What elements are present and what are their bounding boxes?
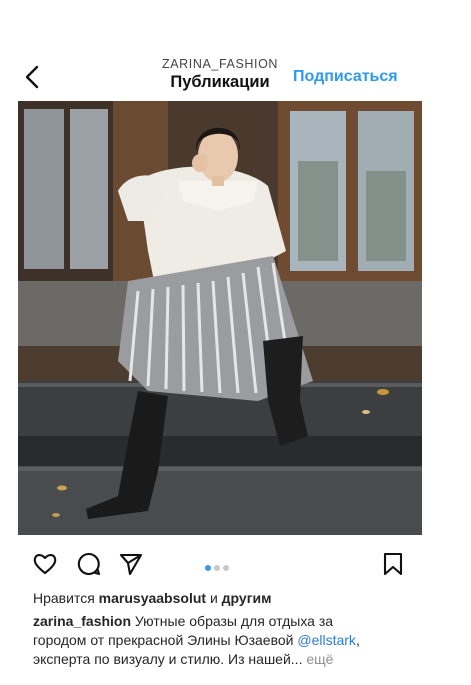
carousel-dot — [223, 565, 229, 571]
carousel-dot — [214, 565, 220, 571]
mention-link[interactable]: @ellstark — [297, 632, 356, 648]
bookmark-icon[interactable] — [380, 551, 406, 577]
more-link[interactable]: ещё — [306, 651, 333, 667]
share-icon[interactable] — [118, 551, 144, 577]
likes-prefix: Нравится — [33, 590, 95, 606]
post-header: ZARINA_FASHION Публикации Подписаться — [0, 0, 471, 100]
caption-line-3: эксперта по визуалу и стилю. Из нашей... — [33, 651, 303, 667]
liker-username[interactable]: marusyaabsolut — [99, 590, 206, 606]
caption-author[interactable]: zarina_fashion — [33, 613, 131, 629]
caption-punct: , — [355, 632, 360, 648]
carousel-dot — [205, 565, 211, 571]
post-actions — [0, 545, 471, 581]
follow-button[interactable]: Подписаться — [293, 68, 398, 86]
likes-others[interactable]: другим — [222, 590, 272, 606]
caption-line-2: городом от прекрасной Элины Юзаевой — [33, 632, 294, 648]
likes-joiner: и — [209, 590, 218, 606]
comment-icon[interactable] — [76, 551, 102, 577]
post-caption: zarina_fashion Уютные образы для отдыха … — [33, 612, 423, 669]
carousel-indicator — [205, 558, 232, 571]
caption-line-1: Уютные образы для отдыха за — [134, 613, 334, 629]
post-photo[interactable] — [18, 101, 422, 535]
heart-icon[interactable] — [32, 551, 58, 577]
likes-line: Нравится marusyaabsolut и другим — [33, 590, 272, 606]
